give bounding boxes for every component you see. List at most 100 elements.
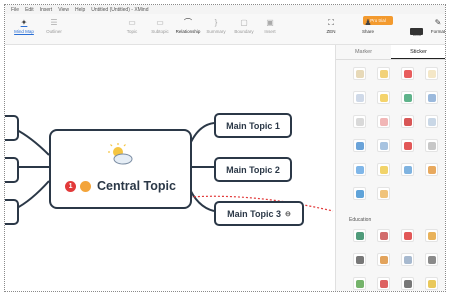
insert-icon: ▣ [266, 18, 274, 27]
sticker-target[interactable] [401, 139, 414, 152]
left-topic-3[interactable] [5, 199, 19, 225]
sticker-bar-chart[interactable] [401, 163, 414, 176]
sticker-file[interactable] [377, 115, 390, 128]
sticker-glasses[interactable] [353, 253, 366, 266]
main-topic-1[interactable]: Main Topic 1 [214, 113, 292, 138]
envelope-icon [427, 69, 436, 78]
sticker-microscope[interactable] [401, 253, 414, 266]
relationship-link-icon: ⊖ [284, 210, 291, 218]
summary-button[interactable]: } Summary [201, 18, 231, 34]
boundary-icon: ▢ [240, 18, 248, 27]
mindmap-canvas[interactable]: 1 Central Topic Main Topic 1 Main Topic … [5, 45, 334, 291]
glasses-icon [355, 255, 364, 264]
gears-icon [427, 141, 436, 150]
menu-view[interactable]: View [58, 7, 69, 13]
plant-icon [355, 279, 364, 288]
summary-icon: } [214, 18, 218, 27]
central-topic[interactable]: 1 Central Topic [49, 129, 192, 209]
menu-file[interactable]: File [11, 7, 19, 13]
person-icon [403, 69, 412, 78]
outliner-icon: ☰ [50, 18, 58, 27]
sticker-envelope[interactable] [425, 67, 438, 80]
menu-help[interactable]: Help [75, 7, 85, 13]
sticker-globe[interactable] [401, 91, 414, 104]
chart-board-icon [427, 117, 436, 126]
zen-button[interactable]: ⛶ ZEN [316, 18, 346, 34]
blackboard-icon [355, 231, 364, 240]
panel-tabs: Marker Sticker [336, 45, 445, 60]
sticker-pointer[interactable] [353, 187, 366, 200]
sticker-drop[interactable] [377, 277, 390, 290]
left-topic-1[interactable] [5, 115, 19, 141]
robot-icon [355, 117, 364, 126]
app-window: File Edit Insert View Help Untitled (Unt… [4, 4, 446, 292]
format-button[interactable]: ✎ Format [423, 18, 445, 34]
document-icon [355, 93, 364, 102]
sticker-book[interactable] [401, 115, 414, 128]
sticker-flag[interactable] [401, 229, 414, 242]
sticker-gears[interactable] [425, 139, 438, 152]
mindmap-icon: ✦ [20, 18, 28, 27]
sticker-note[interactable] [377, 91, 390, 104]
sticker-gift[interactable] [377, 67, 390, 80]
calendar-icon [427, 93, 436, 102]
sticker-clock[interactable] [353, 163, 366, 176]
headphones-icon [427, 255, 436, 264]
sticker-people[interactable] [377, 187, 390, 200]
sticker-blackboard[interactable] [353, 229, 366, 242]
toolbar: ✦ Mind Map ☰ Outliner ▭ Topic ▭ Subtopic ⌒ Re… [5, 14, 445, 45]
compass-icon [403, 279, 412, 288]
left-topic-2[interactable] [5, 157, 19, 183]
sticker-document[interactable] [353, 91, 366, 104]
brush-icon: ✎ [434, 18, 442, 27]
globe-icon [403, 93, 412, 102]
sticker-hourglass[interactable] [425, 229, 438, 242]
central-topic-row: 1 Central Topic [51, 179, 190, 193]
insert-button[interactable]: ▣ Insert [255, 18, 285, 34]
sticker-trophy[interactable] [425, 277, 438, 290]
note-icon [379, 93, 388, 102]
sticker-student[interactable] [377, 229, 390, 242]
bulb-chart-icon [379, 165, 388, 174]
outliner-tab[interactable]: ☰ Outliner [39, 18, 69, 34]
window-title: Untitled (Untitled) - XMind [91, 6, 149, 13]
section-title: Education [349, 217, 372, 223]
sticker-headphones[interactable] [425, 253, 438, 266]
sticker-chart-board[interactable] [425, 115, 438, 128]
file-icon [379, 117, 388, 126]
mindmap-tab[interactable]: ✦ Mind Map [9, 18, 39, 34]
sticker-magnifier[interactable] [377, 139, 390, 152]
sticker-person[interactable] [401, 67, 414, 80]
book-icon [403, 117, 412, 126]
central-topic-label: Central Topic [97, 179, 176, 193]
target-icon [403, 141, 412, 150]
magnifier-icon [379, 141, 388, 150]
main-topic-2[interactable]: Main Topic 2 [214, 157, 292, 182]
tab-sticker[interactable]: Sticker [391, 45, 445, 59]
sticker-plant[interactable] [353, 277, 366, 290]
relationship-button[interactable]: ⌒ Relationship [173, 18, 203, 34]
bottle-icon [379, 255, 388, 264]
sticker-badge[interactable] [425, 163, 438, 176]
sticker-bottle[interactable] [377, 253, 390, 266]
share-button[interactable]: ♟ Share [353, 18, 383, 34]
sticker-panel: Marker Sticker Education [335, 45, 445, 291]
menu-edit[interactable]: Edit [25, 7, 34, 13]
trophy-icon [427, 279, 436, 288]
bar-chart-icon [403, 165, 412, 174]
sticker-calendar[interactable] [425, 91, 438, 104]
clock-icon [355, 165, 364, 174]
people-icon [379, 189, 388, 198]
menu-insert[interactable]: Insert [40, 7, 53, 13]
sticker-robot[interactable] [353, 115, 366, 128]
sticker-compass[interactable] [401, 277, 414, 290]
subtopic-button[interactable]: ▭ Subtopic [145, 18, 175, 34]
sticker-bulb-chart[interactable] [377, 163, 390, 176]
main-topic-3[interactable]: Main Topic 3 ⊖ [214, 201, 304, 226]
alarm-clock-icon [355, 69, 364, 78]
tab-marker[interactable]: Marker [336, 45, 391, 59]
priority-badge: 1 [65, 181, 77, 193]
sticker-camera[interactable] [353, 139, 366, 152]
topic-button[interactable]: ▭ Topic [117, 18, 147, 34]
sticker-alarm-clock[interactable] [353, 67, 366, 80]
